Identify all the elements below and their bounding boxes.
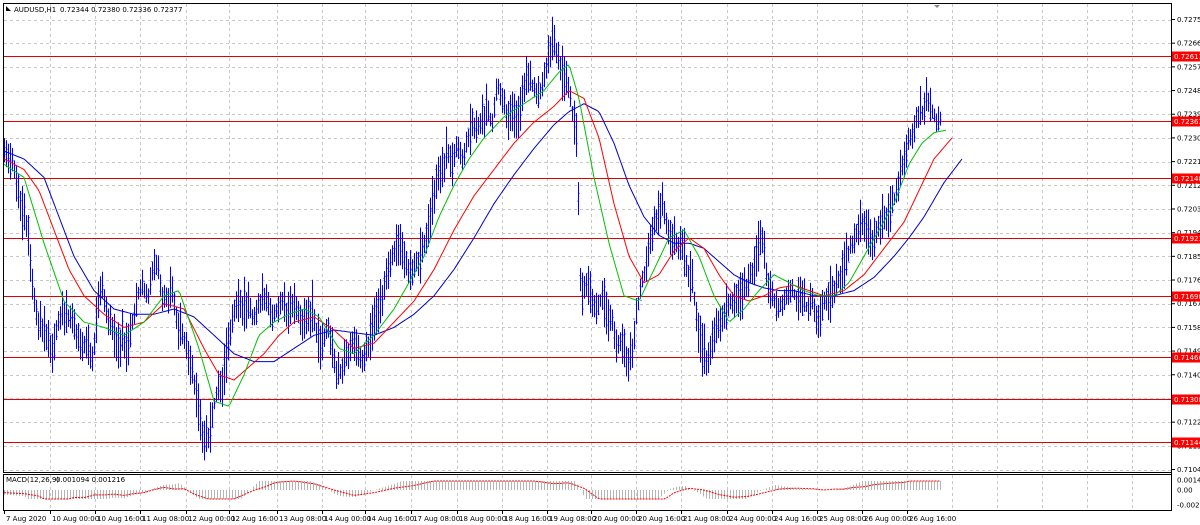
level-label: 0.72363 <box>1174 118 1200 126</box>
time-tick-label: 26 Aug 00:00 <box>864 515 911 523</box>
time-tick-label: 7 Aug 2020 <box>6 515 46 523</box>
level-label: 0.71308 <box>1174 396 1200 404</box>
price-tick-label: 0.72660 <box>1177 40 1200 48</box>
time-tick-label: 19 Aug 08:00 <box>549 515 596 523</box>
time-tick-label: 24 Aug 00:00 <box>729 515 776 523</box>
time-tick-label: 20 Aug 16:00 <box>638 515 685 523</box>
time-tick-label: 25 Aug 08:00 <box>819 515 866 523</box>
macd-label: MACD(12,26,9) <box>6 476 59 484</box>
price-tick-label: 0.72750 <box>1177 16 1200 24</box>
time-tick-label: 11 Aug 08:00 <box>142 515 189 523</box>
time-tick-label: 20 Aug 00:00 <box>593 515 640 523</box>
macd-tick-label: 0.00 <box>1177 487 1193 495</box>
price-tick-label: 0.72030 <box>1177 205 1200 213</box>
macd-values: 0.001094 0.001216 <box>56 476 126 484</box>
price-tick-label: 0.71400 <box>1177 371 1200 379</box>
price-tick-label: 0.71040 <box>1177 466 1200 474</box>
price-tick-label: 0.71760 <box>1177 277 1200 285</box>
time-tick-label: 12 Aug 16:00 <box>231 515 278 523</box>
time-tick-label: 18 Aug 00:00 <box>459 515 506 523</box>
time-tick-label: 24 Aug 16:00 <box>774 515 821 523</box>
price-tick-label: 0.71580 <box>1177 324 1200 332</box>
macd-tick-label: -0.00204 <box>1177 502 1200 510</box>
time-tick-label: 18 Aug 16:00 <box>504 515 551 523</box>
price-tick-label: 0.72300 <box>1177 134 1200 142</box>
time-tick-label: 14 Aug 16:00 <box>367 515 414 523</box>
time-tick-label: 12 Aug 00:00 <box>188 515 235 523</box>
level-label: 0.72148 <box>1174 175 1200 183</box>
price-tick-label: 0.72480 <box>1177 87 1200 95</box>
level-label: 0.71921 <box>1174 235 1200 243</box>
time-tick-label: 13 Aug 08:00 <box>279 515 326 523</box>
chart-window: 0.727500.726600.725700.724800.723900.723… <box>0 0 1200 525</box>
chart-symbol: AUDUSD,H1 <box>14 6 56 14</box>
time-tick-label: 14 Aug 00:00 <box>324 515 371 523</box>
price-tick-label: 0.72570 <box>1177 63 1200 71</box>
macd-tick-label: 0.001485 <box>1177 477 1200 485</box>
time-tick-label: 17 Aug 08:00 <box>413 515 460 523</box>
level-label: 0.71144 <box>1174 439 1200 447</box>
price-chart: 0.727500.726600.725700.724800.723900.723… <box>0 0 1200 525</box>
time-tick-label: 10 Aug 00:00 <box>52 515 99 523</box>
time-tick-label: 10 Aug 16:00 <box>97 515 144 523</box>
price-tick-label: 0.71220 <box>1177 419 1200 427</box>
level-label: 0.71698 <box>1174 293 1200 301</box>
level-label: 0.71466 <box>1174 354 1200 362</box>
level-label: 0.72611 <box>1174 53 1200 61</box>
price-tick-label: 0.71850 <box>1177 253 1200 261</box>
price-tick-label: 0.72210 <box>1177 158 1200 166</box>
chart-quote: 0.72344 0.72380 0.72336 0.72377 <box>60 6 182 14</box>
time-tick-label: 26 Aug 16:00 <box>909 515 956 523</box>
time-tick-label: 21 Aug 08:00 <box>683 515 730 523</box>
